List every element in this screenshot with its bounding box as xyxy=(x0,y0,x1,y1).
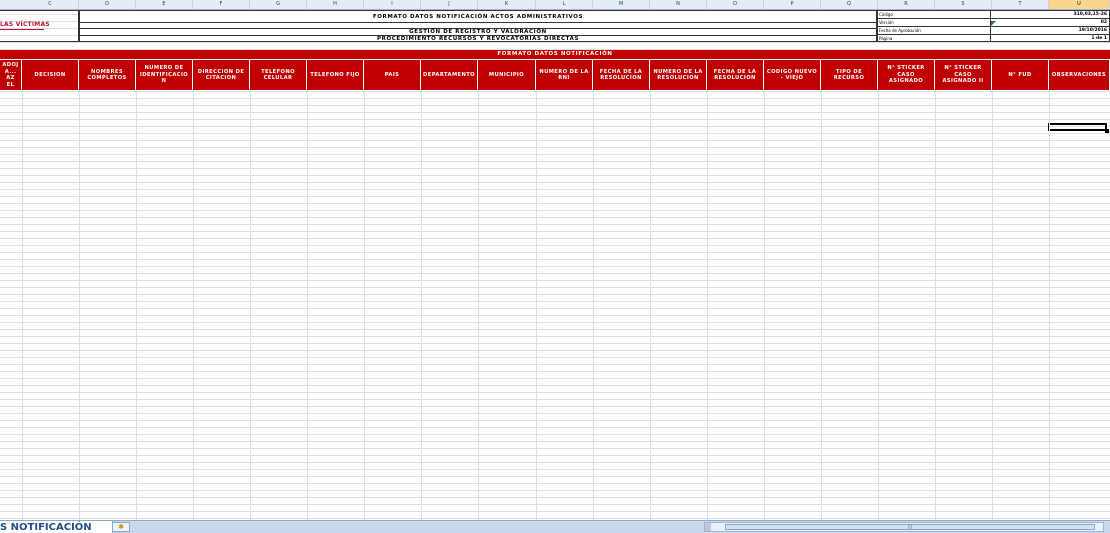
title-block[interactable]: FORMATO DATOS NOTIFICACIÓN ACTOS ADMINIS… xyxy=(79,10,877,42)
meta-value: 310,03,15-26 xyxy=(1073,12,1107,17)
grid-column-line xyxy=(364,90,365,520)
grid-column-line xyxy=(821,90,822,520)
column-header[interactable]: DECISION xyxy=(22,60,79,90)
grid-column-line xyxy=(764,90,765,520)
grid-column-line xyxy=(193,90,194,520)
column-letter-u[interactable]: U xyxy=(1049,0,1110,9)
grid-column-line xyxy=(935,90,936,520)
meta-label: Fecha de Aprobación xyxy=(879,27,991,34)
logo-text: LAS VÍCTIMAS xyxy=(0,21,50,28)
column-header[interactable]: NUMERO DE LA RNI xyxy=(536,60,593,90)
column-letter-g[interactable]: G xyxy=(250,0,307,9)
meta-label: Código xyxy=(879,11,991,18)
grid-column-line xyxy=(878,90,879,520)
sheet-tab-active[interactable]: S NOTIFICACIÓN xyxy=(0,521,113,533)
column-header[interactable]: N° STICKER CASO ASIGNADO II xyxy=(935,60,992,90)
logo-underline xyxy=(0,29,44,30)
column-letter-p[interactable]: P xyxy=(764,0,821,9)
grid-column-line xyxy=(536,90,537,520)
grid-column-line xyxy=(650,90,651,520)
column-letter-n[interactable]: N xyxy=(650,0,707,9)
column-letter-t[interactable]: T xyxy=(992,0,1049,9)
grid-column-line xyxy=(307,90,308,520)
column-header[interactable]: OBSERVACIONES xyxy=(1049,60,1110,90)
title-line-1: FORMATO DATOS NOTIFICACIÓN ACTOS ADMINIS… xyxy=(80,11,876,23)
column-header[interactable]: N° STICKER CASO ASIGNADO xyxy=(878,60,935,90)
section-banner[interactable]: FORMATO DATOS NOTIFICACIÓN xyxy=(0,50,1110,59)
column-letter-h[interactable]: H xyxy=(307,0,364,9)
column-header-bar: CDEFGHIJKLMNOPQRSTU xyxy=(0,0,1110,10)
grid-column-line xyxy=(250,90,251,520)
horizontal-scrollbar[interactable]: ||| xyxy=(704,522,1104,532)
column-header[interactable]: NUMERO DE LA RESOLUCION xyxy=(650,60,707,90)
column-letter-e[interactable]: E xyxy=(136,0,193,9)
meta-value: 19/10/2016 xyxy=(1078,28,1107,33)
column-header[interactable]: NUMERO DE IDENTIFICACION xyxy=(136,60,193,90)
grid-column-line xyxy=(593,90,594,520)
column-header[interactable]: MUNICIPIO xyxy=(478,60,536,90)
title-line-2: GESTIÓN DE REGISTRO Y VALORACIÓN xyxy=(80,29,876,36)
column-letter-k[interactable]: K xyxy=(478,0,536,9)
meta-label: Versión xyxy=(879,19,991,26)
grid-column-line xyxy=(22,90,23,520)
new-sheet-icon[interactable]: ✱ xyxy=(112,522,130,532)
meta-label: Página xyxy=(879,35,991,42)
column-header[interactable]: DEPARTAMENTO xyxy=(421,60,478,90)
sheet-tab-bar: S NOTIFICACIÓN ✱ ||| xyxy=(0,520,1110,533)
scrollbar-thumb[interactable]: ||| xyxy=(725,524,1095,530)
column-header[interactable]: ADOJA... AZ EL xyxy=(0,60,22,90)
column-letter-q[interactable]: Q xyxy=(821,0,878,9)
column-letter-l[interactable]: L xyxy=(536,0,593,9)
column-header[interactable]: PAIS xyxy=(364,60,421,90)
column-letter-s[interactable]: S xyxy=(935,0,992,9)
grid-column-line xyxy=(79,90,80,520)
grid-column-line xyxy=(421,90,422,520)
scroll-split-handle[interactable] xyxy=(705,523,711,531)
column-letter-m[interactable]: M xyxy=(593,0,650,9)
meta-row-code[interactable]: Código 310,03,15-26 xyxy=(878,11,1109,19)
column-header[interactable]: FECHA DE LA RESOLUCION xyxy=(593,60,650,90)
meta-row-date[interactable]: Fecha de Aprobación 19/10/2016 xyxy=(878,27,1109,35)
column-header[interactable]: TIPO DE RECURSO xyxy=(821,60,878,90)
meta-value: 1 de 1 xyxy=(1091,36,1107,41)
worksheet-grid[interactable]: LAS VÍCTIMAS FORMATO DATOS NOTIFICACIÓN … xyxy=(0,10,1110,520)
error-indicator-icon xyxy=(991,21,996,26)
grid-column-line xyxy=(1049,90,1050,520)
column-letter-f[interactable]: F xyxy=(193,0,250,9)
column-letter-o[interactable]: O xyxy=(707,0,764,9)
column-header[interactable]: TELEFONO FIJO xyxy=(307,60,364,90)
meta-value: 02 xyxy=(1100,20,1107,25)
title-line-3: PROCEDIMIENTO RECURSOS Y REVOCATORIAS DI… xyxy=(376,36,580,42)
grid-column-line xyxy=(992,90,993,520)
column-letter-i[interactable]: I xyxy=(364,0,421,9)
column-header[interactable]: DIRECCION DE CITACION xyxy=(193,60,250,90)
column-header[interactable]: NOMBRES COMPLETOS xyxy=(79,60,136,90)
column-header[interactable]: CODIGO NUEVO - VIEJO xyxy=(764,60,821,90)
meta-block[interactable]: Código 310,03,15-26 Versión 02 Fecha de … xyxy=(877,10,1110,42)
column-header[interactable]: TELEFONO CELULAR xyxy=(250,60,307,90)
grid-column-line xyxy=(478,90,479,520)
grid-column-line xyxy=(707,90,708,520)
column-header[interactable]: N° FUD xyxy=(992,60,1049,90)
column-header[interactable]: FECHA DE LA RESOLUCION xyxy=(707,60,764,90)
column-letter-r[interactable]: R xyxy=(878,0,935,9)
column-letter-c[interactable]: C xyxy=(22,0,79,9)
active-cell-selection[interactable] xyxy=(1048,123,1109,133)
column-letter-j[interactable]: J xyxy=(421,0,478,9)
logo-area: LAS VÍCTIMAS xyxy=(0,10,79,42)
meta-row-page[interactable]: Página 1 de 1 xyxy=(878,35,1109,43)
grid-column-line xyxy=(136,90,137,520)
column-letter-d[interactable]: D xyxy=(79,0,136,9)
